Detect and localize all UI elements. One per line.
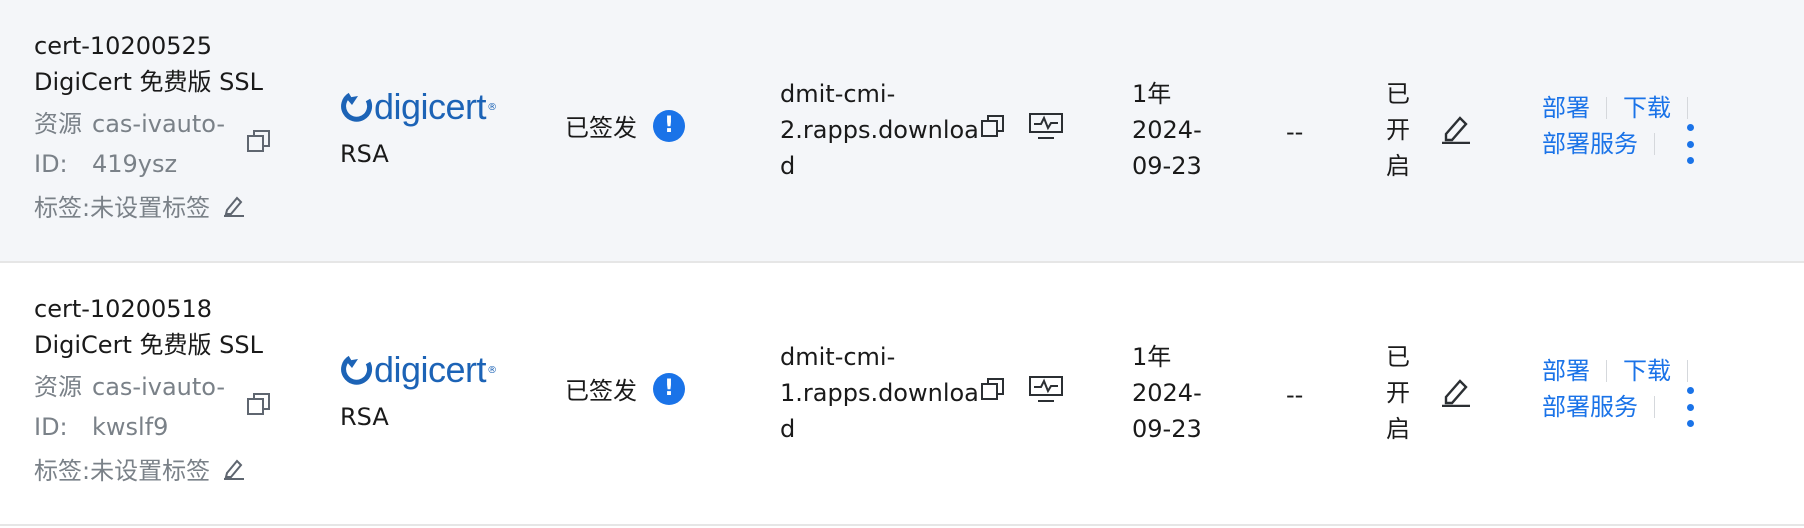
domain-line: dmit-cmi- xyxy=(780,343,896,371)
resource-id-label: ID: xyxy=(34,150,68,178)
copy-icon[interactable] xyxy=(246,391,272,421)
resource-id: 资源 cas-ivauto- ID: 419ysz xyxy=(34,104,234,184)
copy-domain-icon[interactable] xyxy=(980,376,1006,406)
auto-renew-char: 开 xyxy=(1386,379,1410,407)
edit-auto-renew-icon[interactable] xyxy=(1440,375,1472,411)
more-actions-icon[interactable] xyxy=(1684,124,1696,164)
cert-status: 已签发 ! xyxy=(565,108,685,143)
auto-renew-status: 已 开 启 xyxy=(1386,339,1410,447)
divider xyxy=(1687,97,1688,119)
cert-id[interactable]: cert-10200518 xyxy=(34,291,263,327)
info-alert-icon[interactable]: ! xyxy=(653,109,685,142)
algorithm: RSA xyxy=(340,140,389,168)
deploy-link[interactable]: 部署 xyxy=(1542,353,1590,389)
divider xyxy=(1606,360,1607,382)
copy-domain-icon[interactable] xyxy=(980,113,1006,143)
validity-line: 2024- xyxy=(1132,379,1202,407)
resource-id-value-2: kwslf9 xyxy=(92,413,169,441)
brand-name: digicert xyxy=(374,86,487,127)
empty-value: -- xyxy=(1286,118,1304,146)
download-link[interactable]: 下载 xyxy=(1623,90,1671,126)
auto-renew-char: 已 xyxy=(1386,80,1410,108)
resource-label: 资源 xyxy=(34,373,82,401)
validity-line: 09-23 xyxy=(1132,152,1202,180)
cert-status: 已签发 ! xyxy=(565,371,685,406)
validity: 1年 2024- 09-23 xyxy=(1132,76,1202,184)
divider xyxy=(1654,133,1655,155)
validity: 1年 2024- 09-23 xyxy=(1132,339,1202,447)
divider xyxy=(1606,97,1607,119)
bound-domain: dmit-cmi- 1.rapps.downloa d xyxy=(780,339,980,447)
auto-renew-char: 启 xyxy=(1386,415,1410,443)
deploy-service-link[interactable]: 部署服务 xyxy=(1542,389,1638,425)
cert-product-name: DigiCert 免费版 SSL xyxy=(34,331,263,359)
brand-name: digicert xyxy=(374,349,487,390)
digicert-logo: digicert ® xyxy=(340,349,497,391)
download-link[interactable]: 下载 xyxy=(1623,353,1671,389)
monitor-icon[interactable] xyxy=(1028,375,1064,407)
domain-actions xyxy=(980,112,1064,144)
row-actions: 部署 下载 部署服务 xyxy=(1542,90,1704,162)
auto-renew-char: 开 xyxy=(1386,116,1410,144)
tag-line: 标签:未设置标签 xyxy=(34,453,246,490)
edit-auto-renew-icon[interactable] xyxy=(1440,112,1472,148)
resource-id-value-1: cas-ivauto- xyxy=(92,110,226,138)
digicert-logo: digicert ® xyxy=(340,86,497,128)
edit-tag-icon[interactable] xyxy=(222,454,246,490)
cert-id[interactable]: cert-10200525 xyxy=(34,28,263,64)
resource-id: 资源 cas-ivauto- ID: kwslf9 xyxy=(34,367,234,447)
validity-line: 09-23 xyxy=(1132,415,1202,443)
resource-id-value-1: cas-ivauto- xyxy=(92,373,226,401)
tag-text: 标签:未设置标签 xyxy=(34,457,211,485)
auto-renew-char: 启 xyxy=(1386,152,1410,180)
cert-name-cell: cert-10200518 DigiCert 免费版 SSL xyxy=(34,291,263,363)
divider xyxy=(1654,396,1655,418)
domain-line: d xyxy=(780,152,796,180)
cert-product-name: DigiCert 免费版 SSL xyxy=(34,68,263,96)
domain-line: 1.rapps.downloa xyxy=(780,379,979,407)
empty-value: -- xyxy=(1286,381,1304,409)
resource-label: 资源 xyxy=(34,110,82,138)
domain-line: dmit-cmi- xyxy=(780,80,896,108)
certificate-table: cert-10200525 DigiCert 免费版 SSL 资源 cas-iva… xyxy=(0,0,1804,526)
domain-actions xyxy=(980,375,1064,407)
monitor-icon[interactable] xyxy=(1028,112,1064,144)
auto-renew-char: 已 xyxy=(1386,343,1410,371)
status-text: 已签发 xyxy=(565,377,637,405)
tag-text: 标签:未设置标签 xyxy=(34,194,211,222)
row-actions: 部署 下载 部署服务 xyxy=(1542,353,1704,425)
resource-id-value-2: 419ysz xyxy=(92,150,178,178)
tag-line: 标签:未设置标签 xyxy=(34,190,246,227)
bound-domain: dmit-cmi- 2.rapps.downloa d xyxy=(780,76,980,184)
copy-icon[interactable] xyxy=(246,128,272,158)
status-text: 已签发 xyxy=(565,114,637,142)
table-row: cert-10200518 DigiCert 免费版 SSL 资源 cas-iva… xyxy=(0,263,1804,526)
cert-name-cell: cert-10200525 DigiCert 免费版 SSL xyxy=(34,28,263,100)
algorithm: RSA xyxy=(340,403,389,431)
info-alert-icon[interactable]: ! xyxy=(653,372,685,405)
domain-line: d xyxy=(780,415,796,443)
more-actions-icon[interactable] xyxy=(1684,387,1696,427)
deploy-service-link[interactable]: 部署服务 xyxy=(1542,126,1638,162)
auto-renew-status: 已 开 启 xyxy=(1386,76,1410,184)
validity-line: 2024- xyxy=(1132,116,1202,144)
validity-line: 1年 xyxy=(1132,80,1172,108)
divider xyxy=(1687,360,1688,382)
validity-line: 1年 xyxy=(1132,343,1172,371)
digicert-mark-icon xyxy=(341,355,373,385)
domain-line: 2.rapps.downloa xyxy=(780,116,979,144)
digicert-mark-icon xyxy=(341,92,373,122)
table-row: cert-10200525 DigiCert 免费版 SSL 资源 cas-iva… xyxy=(0,0,1804,263)
deploy-link[interactable]: 部署 xyxy=(1542,90,1590,126)
resource-id-label: ID: xyxy=(34,413,68,441)
edit-tag-icon[interactable] xyxy=(222,191,246,227)
